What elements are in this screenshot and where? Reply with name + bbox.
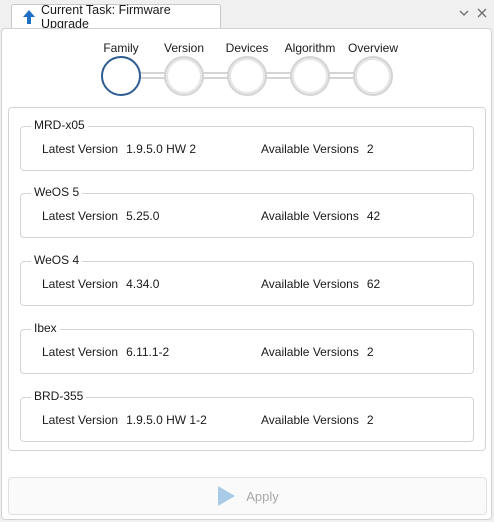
family-group-weos-4[interactable]: WeOS 4 Latest Version 4.34.0 Available Ve… [20, 253, 474, 306]
latest-version: Latest Version 1.9.5.0 HW 2 [42, 142, 197, 156]
latest-version: Latest Version 4.34.0 [42, 277, 160, 291]
family-name: MRD-x05 [31, 118, 88, 132]
step-connector [266, 72, 292, 79]
step-connector [329, 72, 355, 79]
step-circle-devices[interactable] [227, 56, 267, 96]
step-circle-version[interactable] [164, 56, 204, 96]
family-group-ibex[interactable]: Ibex Latest Version 6.11.1-2 Available Ve… [20, 321, 474, 374]
available-versions: Available Versions 2 [261, 345, 374, 359]
family-name: WeOS 4 [31, 253, 83, 267]
apply-button[interactable]: Apply [8, 477, 487, 515]
step-label-version[interactable]: Version [164, 41, 204, 55]
step-connector [203, 72, 229, 79]
available-versions: Available Versions 62 [261, 277, 381, 291]
step-circle-family[interactable] [101, 56, 141, 96]
family-group-mrd-x05[interactable]: MRD-x05 Latest Version 1.9.5.0 HW 2 Avail… [20, 118, 474, 171]
available-versions: Available Versions 2 [261, 413, 374, 427]
family-list: MRD-x05 Latest Version 1.9.5.0 HW 2 Avail… [8, 107, 486, 451]
available-versions: Available Versions 42 [261, 209, 381, 223]
family-name: WeOS 5 [31, 185, 83, 199]
step-connector [140, 72, 166, 79]
step-label-overview[interactable]: Overview [348, 41, 398, 55]
task-panel: Family Version Devices Algorithm Overvie… [1, 28, 492, 520]
available-versions: Available Versions 2 [261, 142, 374, 156]
upload-arrow-icon [22, 9, 36, 25]
latest-version: Latest Version 1.9.5.0 HW 1-2 [42, 413, 207, 427]
step-circle-algorithm[interactable] [290, 56, 330, 96]
family-group-weos-5[interactable]: WeOS 5 Latest Version 5.25.0 Available Ve… [20, 185, 474, 238]
family-group-brd-355[interactable]: BRD-355 Latest Version 1.9.5.0 HW 1-2 Ava… [20, 389, 474, 442]
chevron-down-icon[interactable] [458, 7, 470, 19]
task-tab[interactable]: Current Task: Firmware Upgrade [11, 3, 221, 31]
tab-title: Current Task: Firmware Upgrade [41, 3, 171, 31]
latest-version: Latest Version 5.25.0 [42, 209, 160, 223]
tab-strip: Current Task: Firmware Upgrade [0, 0, 494, 31]
apply-label: Apply [246, 488, 279, 504]
wizard-stepper: Family Version Devices Algorithm Overvie… [2, 29, 493, 109]
step-label-family[interactable]: Family [103, 41, 138, 55]
step-label-algorithm[interactable]: Algorithm [285, 41, 336, 55]
step-circle-overview[interactable] [353, 56, 393, 96]
latest-version: Latest Version 6.11.1-2 [42, 345, 170, 359]
close-icon[interactable] [476, 7, 488, 19]
family-name: Ibex [31, 321, 60, 335]
family-name: BRD-355 [31, 389, 87, 403]
step-label-devices[interactable]: Devices [226, 41, 269, 55]
play-icon [216, 485, 236, 507]
